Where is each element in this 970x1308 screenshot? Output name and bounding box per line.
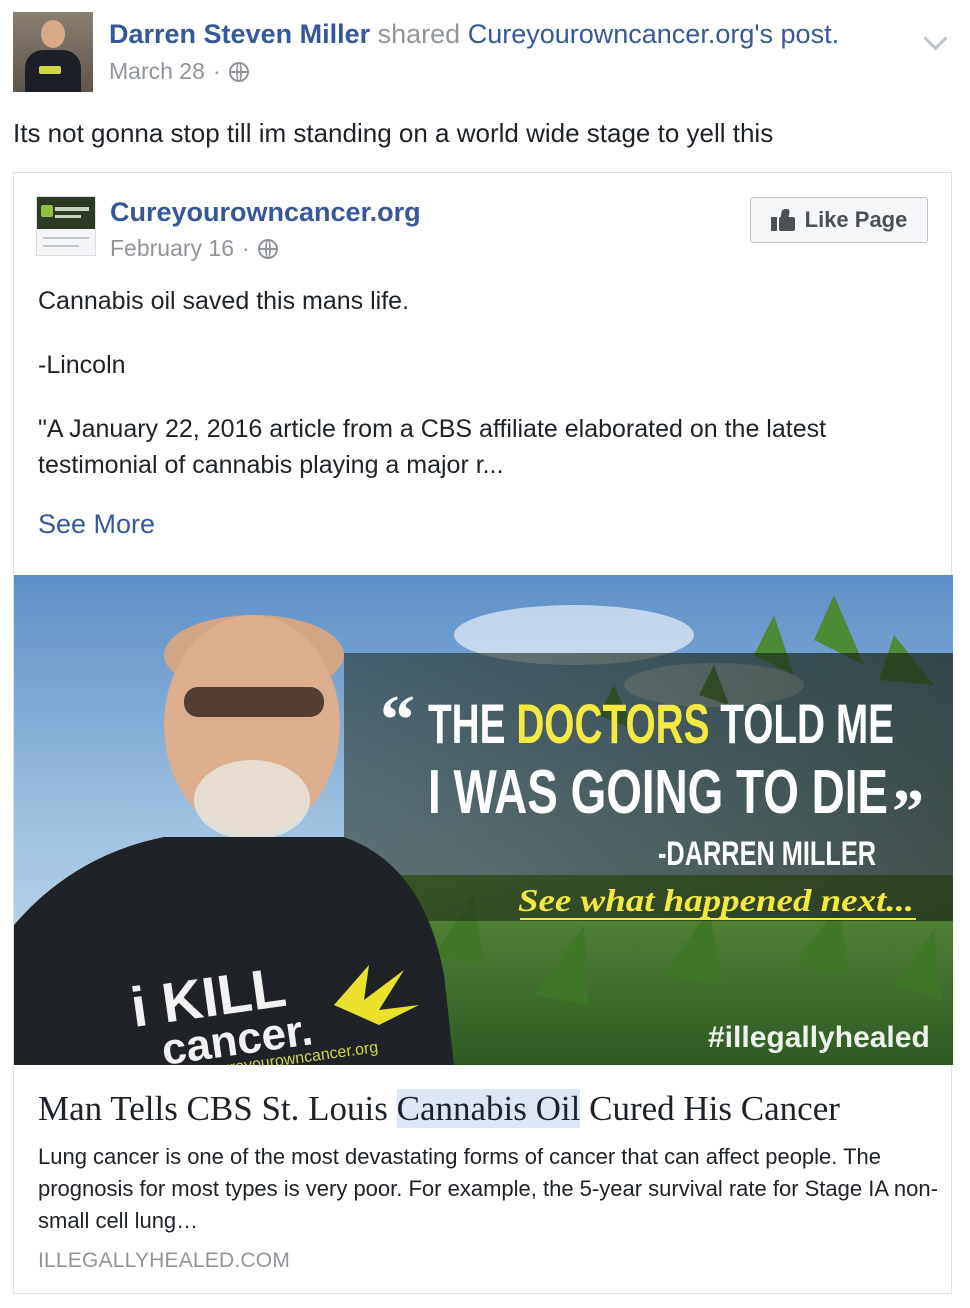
quote-attribution: -DARREN MILLER <box>658 835 876 873</box>
see-more-link[interactable]: See More <box>38 509 155 540</box>
link-title-part: Cured His Cancer <box>580 1089 840 1128</box>
post-header: Darren Steven Miller shared Cureyourownc… <box>13 12 958 92</box>
chevron-down-icon[interactable] <box>923 26 948 51</box>
post-meta: March 28 · <box>109 58 249 85</box>
status-text: Its not gonna stop till im standing on a… <box>13 118 774 148</box>
thumbs-up-icon <box>770 209 797 231</box>
quote-close-mark: ” <box>892 776 924 847</box>
hashtag-text: #illegallyhealed <box>708 1021 930 1054</box>
globe-icon[interactable] <box>228 61 249 82</box>
quote-word-doctors: DOCTORS <box>516 692 709 755</box>
post-text-line: Cannabis oil saved this mans life. <box>38 287 410 315</box>
link-preview-image[interactable]: i KILL cancer. cureyourowncancer.org “ T… <box>14 575 953 1065</box>
post-header-text: Darren Steven Miller shared Cureyourownc… <box>109 18 839 50</box>
meta-separator: · <box>242 235 250 261</box>
quote-line-2: I WAS GOING TO DIE <box>428 758 888 827</box>
link-description: Lung cancer is one of the most devastati… <box>38 1144 938 1233</box>
page-avatar[interactable] <box>36 196 96 256</box>
link-title-part: Man Tells CBS St. Louis <box>38 1089 397 1128</box>
svg-text:THE DOCTORS TO: THE DOCTORS TOLD ME <box>428 692 894 755</box>
shared-source-link[interactable]: Cureyourowncancer.org's <box>468 19 773 49</box>
page-name-link[interactable]: Cureyourowncancer.org <box>110 197 421 228</box>
author-name-link[interactable]: Darren Steven Miller <box>109 19 370 49</box>
quote-word-the: THE <box>428 692 506 755</box>
post-text-line: testimonial of cannabis playing a major … <box>38 451 504 479</box>
link-title[interactable]: Man Tells CBS St. Louis Cannabis Oil Cur… <box>38 1087 938 1131</box>
meta-separator: · <box>212 58 221 84</box>
link-domain: ILLEGALLYHEALED.COM <box>38 1249 291 1272</box>
shared-verb: shared <box>377 19 461 49</box>
like-page-button[interactable]: Like Page <box>750 197 928 243</box>
author-avatar[interactable] <box>13 12 93 92</box>
post-date[interactable]: March 28 <box>109 58 205 85</box>
post-text-line: -Lincoln <box>38 351 126 379</box>
globe-icon[interactable] <box>257 238 278 259</box>
teaser-text: See what happened next... <box>518 882 914 918</box>
shared-post-card: Cureyourowncancer.org February 16 · Like… <box>13 172 953 1294</box>
shared-post-link[interactable]: post. <box>781 19 840 49</box>
post-text-line: "A January 22, 2016 article from a CBS a… <box>38 415 827 443</box>
link-title-highlight: Cannabis Oil <box>396 1089 581 1128</box>
like-page-label: Like Page <box>804 207 908 232</box>
shared-post-date[interactable]: February 16 <box>110 235 234 262</box>
shared-post-meta: February 16 · <box>110 235 278 262</box>
quote-word-told-me: TOLD ME <box>720 692 894 755</box>
quote-open-mark: “ <box>380 682 415 759</box>
